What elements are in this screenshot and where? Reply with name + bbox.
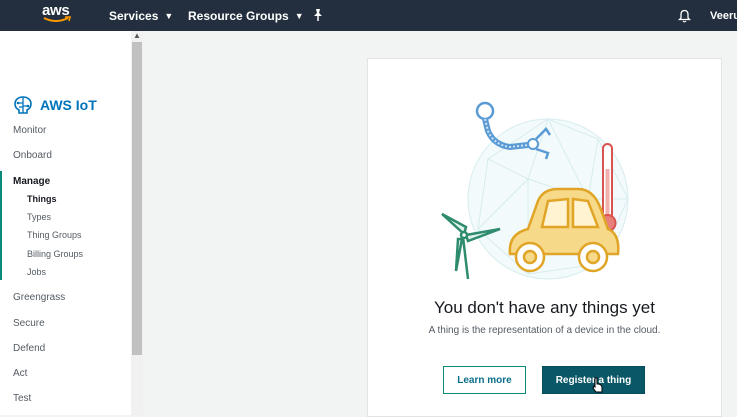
iot-brain-icon bbox=[14, 96, 32, 114]
hand-pointer-cursor-icon bbox=[592, 377, 603, 393]
sidebar-item-types[interactable]: Types bbox=[27, 212, 51, 222]
active-section-indicator bbox=[0, 171, 2, 280]
sidebar: AWS IoT Monitor Onboard Manage Things Ty… bbox=[0, 31, 132, 415]
pin-icon[interactable] bbox=[312, 8, 324, 25]
top-navigation-bar: aws Services ▼ Resource Groups ▼ Veerus bbox=[0, 0, 737, 31]
aws-smile-icon bbox=[43, 16, 72, 22]
chevron-down-icon: ▼ bbox=[164, 11, 174, 21]
empty-state-subtitle: A thing is the representation of a devic… bbox=[428, 325, 661, 336]
services-label: Services bbox=[109, 9, 159, 23]
service-brand-label: AWS IoT bbox=[40, 97, 97, 113]
sidebar-item-defend[interactable]: Defend bbox=[13, 343, 45, 354]
sidebar-item-test[interactable]: Test bbox=[13, 393, 31, 404]
resource-groups-menu[interactable]: Resource Groups ▼ bbox=[188, 9, 304, 23]
empty-state-title: You don't have any things yet bbox=[434, 298, 655, 317]
sidebar-item-things[interactable]: Things bbox=[27, 194, 57, 204]
learn-more-button[interactable]: Learn more bbox=[443, 366, 526, 394]
iot-devices-illustration bbox=[441, 101, 629, 280]
aws-logo[interactable]: aws bbox=[42, 3, 72, 29]
sidebar-item-thing-groups[interactable]: Thing Groups bbox=[27, 230, 82, 240]
sidebar-scrollbar-thumb[interactable] bbox=[132, 42, 142, 355]
sidebar-item-monitor[interactable]: Monitor bbox=[13, 125, 46, 136]
sidebar-item-billing-groups[interactable]: Billing Groups bbox=[27, 249, 83, 259]
chevron-down-icon: ▼ bbox=[294, 11, 304, 21]
empty-state-card: You don't have any things yet A thing is… bbox=[367, 58, 722, 417]
sidebar-item-manage[interactable]: Manage bbox=[13, 176, 50, 187]
sidebar-item-greengrass[interactable]: Greengrass bbox=[13, 292, 65, 303]
services-menu[interactable]: Services ▼ bbox=[109, 9, 173, 23]
bell-icon[interactable] bbox=[677, 9, 692, 26]
service-brand[interactable]: AWS IoT bbox=[12, 95, 97, 115]
sidebar-item-secure[interactable]: Secure bbox=[13, 318, 45, 329]
sidebar-item-onboard[interactable]: Onboard bbox=[13, 150, 52, 161]
scroll-up-arrow-icon[interactable]: ▲ bbox=[133, 31, 141, 40]
user-account-menu[interactable]: Veerus bbox=[710, 10, 737, 22]
sidebar-item-act[interactable]: Act bbox=[13, 368, 27, 379]
sidebar-item-jobs[interactable]: Jobs bbox=[27, 267, 46, 277]
resource-groups-label: Resource Groups bbox=[188, 9, 289, 23]
